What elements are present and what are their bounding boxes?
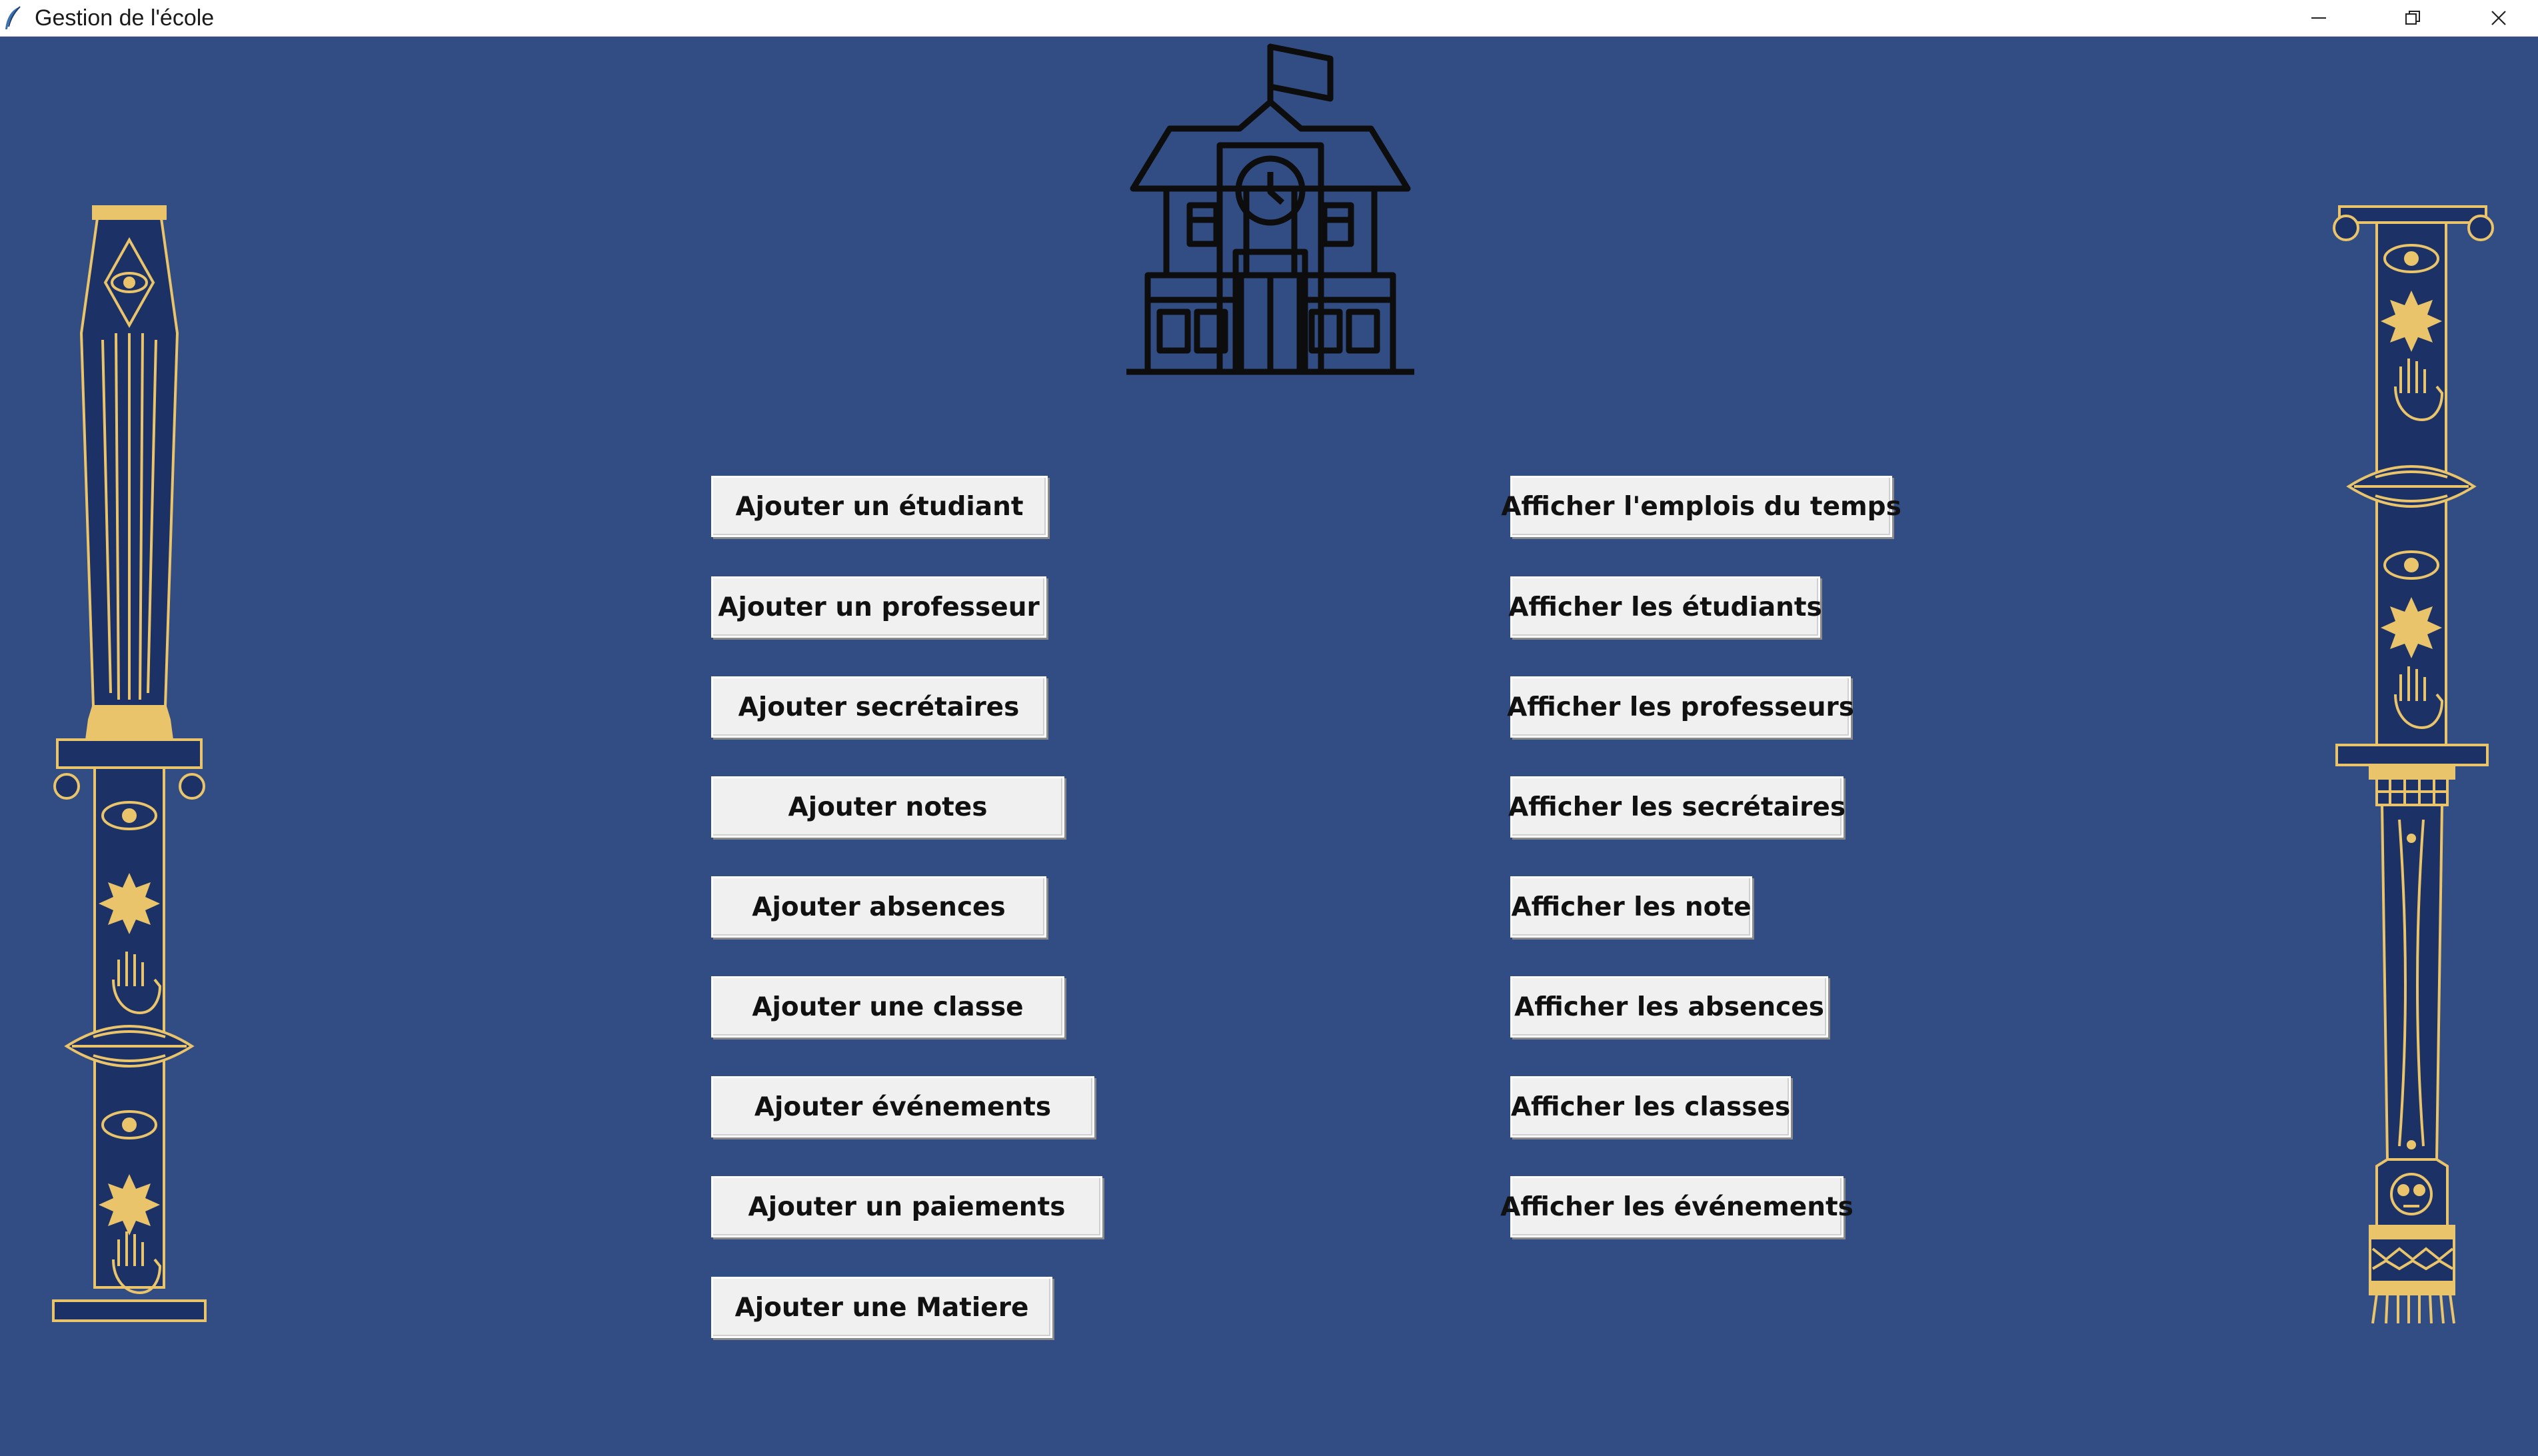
show-absences-button[interactable]: Afficher les absences: [1510, 976, 1828, 1038]
show-events-button[interactable]: Afficher les événements: [1500, 1176, 1854, 1237]
add-absences-button[interactable]: Ajouter absences: [711, 876, 1046, 938]
ornamental-column-left: [52, 205, 207, 1322]
show-grades-button[interactable]: Afficher les note: [1510, 876, 1752, 938]
add-teacher-button[interactable]: Ajouter un professeur: [711, 576, 1046, 638]
add-events-button[interactable]: Ajouter événements: [711, 1076, 1094, 1137]
window-title-bar: Gestion de l'école: [0, 0, 2538, 37]
school-building-icon: [1126, 43, 1414, 375]
show-teachers-button[interactable]: Afficher les professeurs: [1507, 676, 1854, 738]
show-students-button[interactable]: Afficher les étudiants: [1508, 576, 1822, 638]
window-title: Gestion de l'école: [35, 5, 215, 31]
close-button[interactable]: [2459, 0, 2538, 36]
minimize-icon: [2311, 17, 2326, 19]
show-secretaries-button[interactable]: Afficher les secrétaires: [1508, 776, 1846, 838]
add-class-button[interactable]: Ajouter une classe: [711, 976, 1064, 1038]
feather-icon: [5, 6, 21, 29]
show-classes-button[interactable]: Afficher les classes: [1510, 1076, 1791, 1137]
add-secretaries-button[interactable]: Ajouter secrétaires: [711, 676, 1046, 738]
restore-icon: [2405, 11, 2420, 25]
show-timetable-button[interactable]: Afficher l'emplois du temps: [1501, 476, 1902, 537]
add-student-button[interactable]: Ajouter un étudiant: [711, 476, 1048, 537]
add-payments-button[interactable]: Ajouter un paiements: [711, 1176, 1102, 1237]
add-subject-button[interactable]: Ajouter une Matiere: [711, 1277, 1052, 1338]
ornamental-column-right: [2333, 205, 2494, 1324]
add-grades-button[interactable]: Ajouter notes: [711, 776, 1064, 838]
close-icon: [2491, 11, 2506, 25]
minimize-button[interactable]: [2273, 0, 2366, 36]
restore-button[interactable]: [2366, 0, 2459, 36]
